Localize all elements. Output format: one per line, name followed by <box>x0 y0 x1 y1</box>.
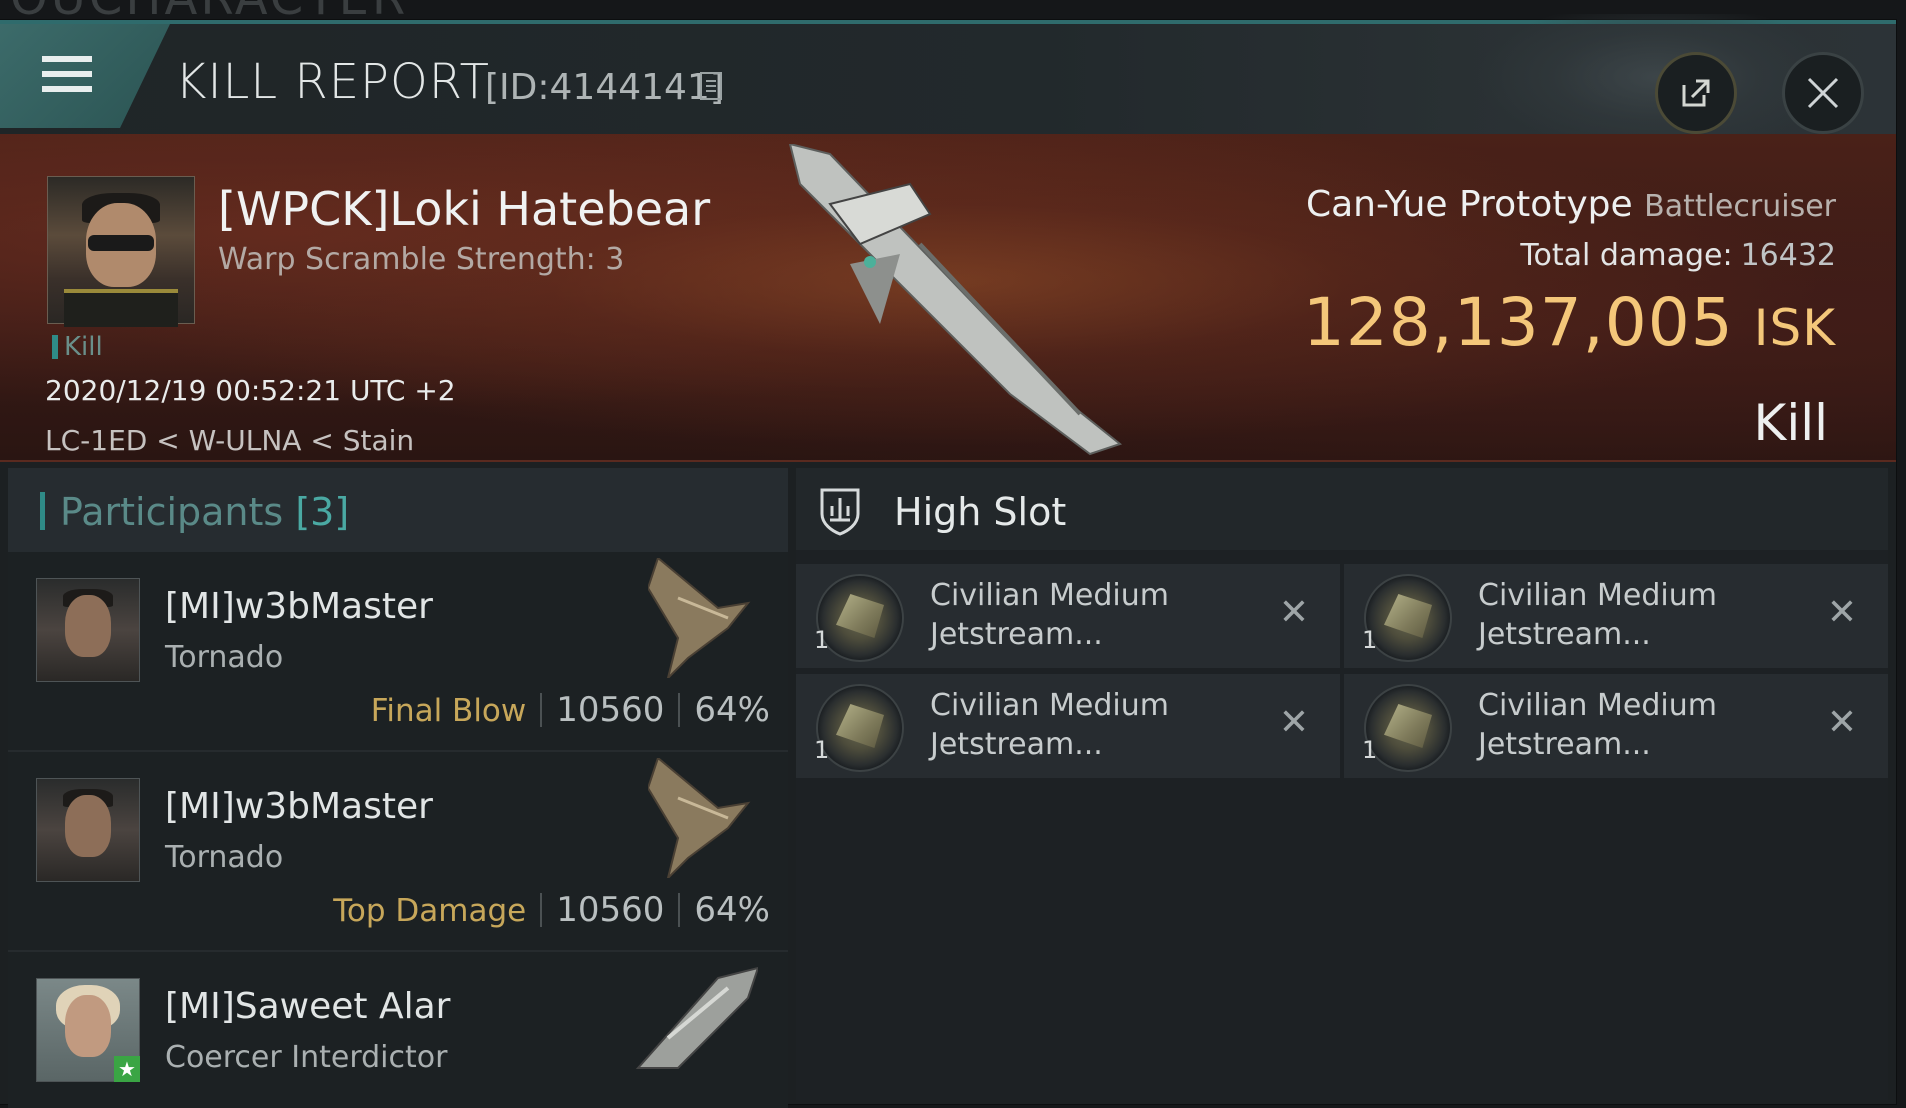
victim-name[interactable]: [WPCK]Loki Hatebear <box>218 182 710 236</box>
close-button[interactable] <box>1782 52 1864 134</box>
participant-avatar[interactable] <box>36 778 140 882</box>
kill-datetime: 2020/12/19 00:52:21 UTC +2 <box>45 374 456 407</box>
kill-tag: Kill <box>52 332 103 362</box>
victim-ship-name[interactable]: Can-Yue Prototype Battlecruiser <box>1306 184 1836 225</box>
module-item[interactable]: 1 Civilian Medium Jetstream... ✕ <box>1344 564 1888 668</box>
high-slot-panel: High Slot 1 Civilian Medium Jetstream... … <box>796 468 1888 1100</box>
isk-value: 128,137,005 ISK <box>1302 284 1836 361</box>
module-quantity: 1 <box>1362 736 1378 764</box>
participant-name[interactable]: [MI]w3bMaster <box>165 786 433 827</box>
participant-name[interactable]: [MI]w3bMaster <box>165 586 433 627</box>
module-name: Civilian Medium Jetstream... <box>1478 688 1717 762</box>
module-quantity: 1 <box>1362 626 1378 654</box>
participant-ship-image[interactable] <box>648 558 758 678</box>
module-item[interactable]: 1 Civilian Medium Jetstream... ✕ <box>796 564 1340 668</box>
participant-ship-image[interactable] <box>648 758 758 878</box>
kill-location[interactable]: LC-1ED < W-ULNA < Stain <box>45 424 414 457</box>
high-slot-header: High Slot <box>796 468 1888 550</box>
module-quantity: 1 <box>814 626 830 654</box>
window-title: KILL REPORT <box>175 54 490 110</box>
kill-report-window: KILL REPORT [ID:4144141] [WPCK]Loki Hate… <box>0 14 1896 1108</box>
star-icon: ★ <box>114 1056 140 1082</box>
participants-header[interactable]: Participants [3] <box>8 468 788 552</box>
participant-role: Final Blow <box>370 693 527 729</box>
participant-ship-image[interactable] <box>628 958 758 1078</box>
share-button[interactable] <box>1655 52 1737 134</box>
report-id: [ID:4144141] <box>485 67 724 108</box>
x-icon: ✕ <box>1278 701 1310 743</box>
x-icon: ✕ <box>1278 591 1310 633</box>
victim-portrait[interactable] <box>47 176 195 327</box>
participant-stats: Final Blow 10560 64% <box>371 690 770 730</box>
kill-result: Kill <box>1753 394 1828 452</box>
window-header: KILL REPORT [ID:4144141] <box>0 14 1896 154</box>
participant-damage: 10560 <box>556 890 665 930</box>
external-link-icon <box>1682 79 1710 107</box>
high-slot-label: High Slot <box>894 490 1067 534</box>
participant-ship: Tornado <box>165 640 284 675</box>
victim-ship-image[interactable] <box>770 144 1150 464</box>
participant-row[interactable]: [MI]w3bMaster Tornado Top Damage 10560 64% <box>8 752 788 952</box>
x-icon: ✕ <box>1826 591 1858 633</box>
close-icon <box>1807 77 1839 109</box>
total-damage: Total damage: 16432 <box>1520 238 1836 273</box>
module-name: Civilian Medium Jetstream... <box>930 578 1169 652</box>
module-item[interactable]: 1 Civilian Medium Jetstream... ✕ <box>1344 674 1888 778</box>
victim-ship-class: Battlecruiser <box>1644 189 1836 224</box>
module-name: Civilian Medium Jetstream... <box>1478 578 1717 652</box>
shield-icon <box>820 488 860 536</box>
participant-avatar[interactable] <box>36 578 140 682</box>
participant-row[interactable]: [MI]w3bMaster Tornado Final Blow 10560 64% <box>8 552 788 752</box>
participants-panel: Participants [3] [MI]w3bMaster Tornado F… <box>8 468 788 1108</box>
participant-stats: Top Damage 10560 64% <box>333 890 770 930</box>
participant-percent: 64% <box>694 690 770 730</box>
participant-role: Top Damage <box>333 893 527 929</box>
participant-ship: Coercer Interdictor <box>165 1040 448 1075</box>
copy-icon[interactable] <box>700 72 722 100</box>
participant-ship: Tornado <box>165 840 284 875</box>
participant-damage: 10560 <box>556 690 665 730</box>
x-icon: ✕ <box>1826 701 1858 743</box>
participant-row[interactable]: ★ [MI]Saweet Alar Coercer Interdictor <box>8 952 788 1108</box>
module-item[interactable]: 1 Civilian Medium Jetstream... ✕ <box>796 674 1340 778</box>
module-quantity: 1 <box>814 736 830 764</box>
participant-avatar[interactable]: ★ <box>36 978 140 1082</box>
participant-name[interactable]: [MI]Saweet Alar <box>165 986 450 1027</box>
victim-banner: [WPCK]Loki Hatebear Warp Scramble Streng… <box>0 134 1896 462</box>
menu-button[interactable] <box>0 24 170 128</box>
participant-percent: 64% <box>694 890 770 930</box>
module-name: Civilian Medium Jetstream... <box>930 688 1169 762</box>
warp-scramble-strength: Warp Scramble Strength: 3 <box>218 242 625 277</box>
